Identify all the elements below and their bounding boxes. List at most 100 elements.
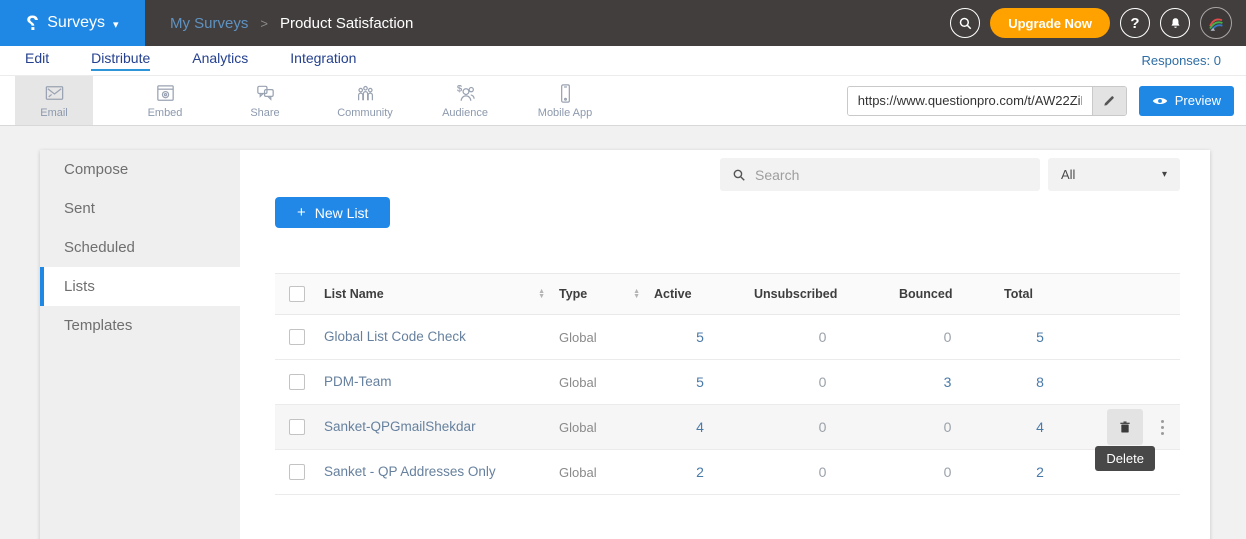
column-unsubscribed: Unsubscribed xyxy=(750,274,895,315)
column-type: Type xyxy=(559,287,587,301)
column-list-name: List Name xyxy=(324,287,384,301)
total-count[interactable]: 2 xyxy=(1000,450,1080,495)
question-mark-icon: ? xyxy=(1130,15,1139,32)
list-name-link[interactable]: Global List Code Check xyxy=(324,329,466,344)
search-button[interactable] xyxy=(950,8,980,38)
list-name-link[interactable]: Sanket-QPGmailShekdar xyxy=(324,419,476,434)
trash-icon xyxy=(1117,419,1133,436)
row-checkbox[interactable] xyxy=(289,329,305,345)
list-name-link[interactable]: PDM-Team xyxy=(324,374,392,389)
active-count[interactable]: 4 xyxy=(650,405,750,450)
total-count[interactable]: 8 xyxy=(1000,360,1080,405)
channel-share-label: Share xyxy=(250,107,279,119)
table-row[interactable]: PDM-Team Global 5 0 3 8 xyxy=(275,360,1180,405)
upgrade-now-button[interactable]: Upgrade Now xyxy=(990,8,1110,38)
select-all-checkbox[interactable] xyxy=(289,286,305,302)
chevron-down-icon: ▾ xyxy=(113,18,119,31)
filter-value: All xyxy=(1061,167,1075,182)
pencil-icon xyxy=(1102,94,1116,108)
list-search-input[interactable] xyxy=(755,167,1028,183)
breadcrumb: My Surveys > Product Satisfaction xyxy=(170,15,413,32)
new-list-label: New List xyxy=(315,205,369,221)
share-icon xyxy=(254,82,277,105)
filter-row: All ▾ xyxy=(275,158,1180,191)
sidebar-item-templates[interactable]: Templates xyxy=(40,306,240,345)
responses-count[interactable]: Responses: 0 xyxy=(1142,53,1222,68)
row-checkbox[interactable] xyxy=(289,419,305,435)
unsubscribed-count[interactable]: 0 xyxy=(750,450,895,495)
eye-icon xyxy=(1152,95,1168,107)
help-button[interactable]: ? xyxy=(1120,8,1150,38)
bounced-count[interactable]: 3 xyxy=(895,360,1000,405)
delete-tooltip: Delete xyxy=(1095,446,1155,471)
column-active: Active xyxy=(650,274,750,315)
channel-embed[interactable]: Embed xyxy=(115,76,215,125)
search-icon xyxy=(732,168,746,182)
sort-type-icon[interactable]: ▲▼ xyxy=(633,289,640,299)
list-name-link[interactable]: Sanket - QP Addresses Only xyxy=(324,464,496,479)
sidebar-item-lists[interactable]: Lists xyxy=(40,267,240,306)
list-search xyxy=(720,158,1040,191)
list-type: Global xyxy=(555,450,650,495)
table-row[interactable]: Sanket - QP Addresses Only Global 2 0 0 … xyxy=(275,450,1180,495)
total-count[interactable]: 4 xyxy=(1000,405,1080,450)
audience-icon: $ xyxy=(454,82,477,105)
active-count[interactable]: 2 xyxy=(650,450,750,495)
breadcrumb-my-surveys[interactable]: My Surveys xyxy=(170,15,248,32)
table-row-hovered[interactable]: Sanket-QPGmailShekdar Global 4 0 0 4 xyxy=(275,405,1180,450)
notifications-button[interactable] xyxy=(1160,8,1190,38)
topbar-actions: Upgrade Now ? xyxy=(950,7,1246,39)
unsubscribed-count[interactable]: 0 xyxy=(750,360,895,405)
sidebar-item-sent[interactable]: Sent xyxy=(40,189,240,228)
lists-table: List Name ▲▼ Type ▲▼ Active Unsubscribed xyxy=(275,273,1180,495)
list-type-filter[interactable]: All ▾ xyxy=(1048,158,1180,191)
channel-audience[interactable]: $ Audience xyxy=(415,76,515,125)
active-count[interactable]: 5 xyxy=(650,315,750,360)
new-list-button[interactable]: + New List xyxy=(275,197,390,228)
row-checkbox[interactable] xyxy=(289,374,305,390)
channel-community[interactable]: Community xyxy=(315,76,415,125)
row-menu-button[interactable] xyxy=(1157,416,1168,439)
channel-community-label: Community xyxy=(337,107,393,119)
sort-list-name-icon[interactable]: ▲▼ xyxy=(538,289,545,299)
unsubscribed-count[interactable]: 0 xyxy=(750,315,895,360)
sidebar-item-compose[interactable]: Compose xyxy=(40,150,240,189)
total-count[interactable]: 5 xyxy=(1000,315,1080,360)
survey-url-input[interactable] xyxy=(848,87,1092,115)
avatar-logo-icon xyxy=(1205,12,1227,34)
embed-icon xyxy=(154,82,177,105)
search-icon xyxy=(958,16,973,31)
list-type: Global xyxy=(555,315,650,360)
delete-list-button[interactable] xyxy=(1107,409,1143,445)
app-switcher[interactable]: ? Surveys ▾ xyxy=(0,0,145,46)
lists-panel: All ▾ + New List List Name ▲▼ xyxy=(240,150,1210,539)
active-count[interactable]: 5 xyxy=(650,360,750,405)
content-area: Compose Sent Scheduled Lists Templates A… xyxy=(0,126,1246,539)
unsubscribed-count[interactable]: 0 xyxy=(750,405,895,450)
channel-share[interactable]: Share xyxy=(215,76,315,125)
channel-mobile-app[interactable]: Mobile App xyxy=(515,76,615,125)
channel-email[interactable]: Email xyxy=(15,76,93,125)
tab-analytics[interactable]: Analytics xyxy=(192,50,248,71)
email-icon xyxy=(43,82,66,105)
tab-edit[interactable]: Edit xyxy=(25,50,49,71)
bounced-count[interactable]: 0 xyxy=(895,315,1000,360)
breadcrumb-current-survey: Product Satisfaction xyxy=(280,15,413,32)
mobile-app-icon xyxy=(554,82,577,105)
bounced-count[interactable]: 0 xyxy=(895,405,1000,450)
channel-embed-label: Embed xyxy=(148,107,183,119)
table-row[interactable]: Global List Code Check Global 5 0 0 5 xyxy=(275,315,1180,360)
sidebar-item-scheduled[interactable]: Scheduled xyxy=(40,228,240,267)
edit-url-button[interactable] xyxy=(1092,87,1126,115)
tab-integration[interactable]: Integration xyxy=(290,50,356,71)
list-type: Global xyxy=(555,360,650,405)
bounced-count[interactable]: 0 xyxy=(895,450,1000,495)
tab-distribute[interactable]: Distribute xyxy=(91,50,150,71)
user-avatar[interactable] xyxy=(1200,7,1232,39)
top-header: ? Surveys ▾ My Surveys > Product Satisfa… xyxy=(0,0,1246,46)
survey-nav: Edit Distribute Analytics Integration Re… xyxy=(0,46,1246,76)
row-checkbox[interactable] xyxy=(289,464,305,480)
chevron-down-icon: ▾ xyxy=(1162,169,1167,180)
preview-button[interactable]: Preview xyxy=(1139,86,1234,116)
list-type: Global xyxy=(555,405,650,450)
